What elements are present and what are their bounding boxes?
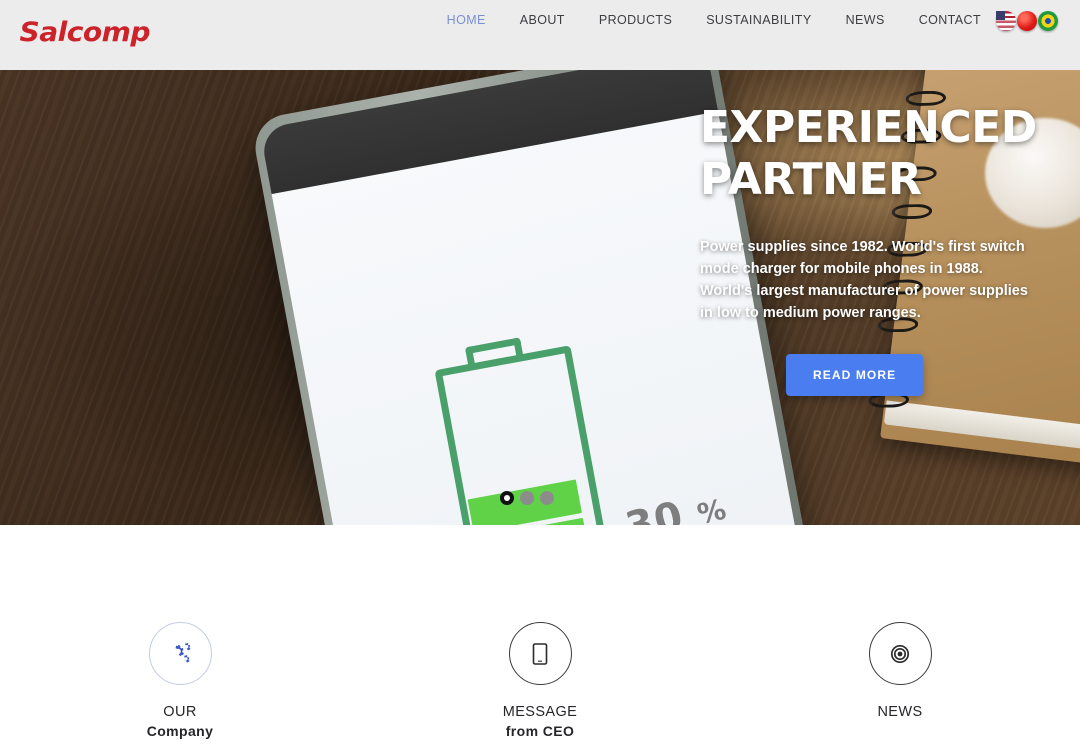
carousel-dot-1[interactable] bbox=[500, 491, 514, 505]
feature-icon-circle bbox=[508, 622, 572, 685]
hero-title-line-2: PARTNER bbox=[700, 154, 922, 205]
flag-brazil-icon[interactable] bbox=[1038, 11, 1058, 31]
feature-news[interactable]: NEWS bbox=[720, 525, 1080, 750]
feature-our-company[interactable]: OUR Company bbox=[0, 525, 360, 750]
gears-icon bbox=[175, 642, 191, 663]
language-selector bbox=[996, 11, 1058, 31]
feature-label: OUR Company bbox=[147, 703, 214, 741]
feature-title: NEWS bbox=[877, 704, 923, 720]
main-navigation: HOME ABOUT PRODUCTS SUSTAINABILITY NEWS … bbox=[430, 13, 998, 27]
nav-item-products[interactable]: PRODUCTS bbox=[582, 13, 689, 27]
feature-title: OUR bbox=[163, 704, 197, 720]
feature-icon-circle bbox=[148, 622, 212, 685]
feature-subtitle: Company bbox=[146, 723, 214, 739]
hero-paragraph: Power supplies since 1982. World's first… bbox=[700, 239, 1028, 321]
carousel-dot-2[interactable] bbox=[520, 491, 534, 505]
nav-item-home[interactable]: HOME bbox=[430, 13, 503, 27]
feature-links-section: OUR Company MESSAGE from CEO NEWS bbox=[0, 525, 1080, 750]
hero-carousel: 30 % EXPERIENCED PARTNER Power supplies … bbox=[0, 70, 1080, 525]
hero-title-line-1: EXPERIENCED bbox=[700, 102, 1037, 153]
site-logo[interactable]: Salcomp bbox=[19, 17, 150, 48]
feature-message-from-ceo[interactable]: MESSAGE from CEO bbox=[360, 525, 720, 750]
nav-item-contact[interactable]: CONTACT bbox=[902, 13, 998, 27]
hero-content: EXPERIENCED PARTNER Power supplies since… bbox=[700, 102, 1037, 396]
flag-china-icon[interactable] bbox=[1017, 11, 1037, 31]
feature-label: MESSAGE from CEO bbox=[503, 703, 578, 741]
nav-item-sustainability[interactable]: SUSTAINABILITY bbox=[689, 13, 828, 27]
read-more-button[interactable]: READ MORE bbox=[786, 354, 924, 396]
battery-percent-label: 30 % bbox=[621, 492, 731, 525]
nav-item-about[interactable]: ABOUT bbox=[503, 13, 582, 27]
carousel-pagination bbox=[500, 491, 554, 505]
feature-label: NEWS bbox=[877, 703, 922, 722]
target-icon bbox=[890, 644, 910, 663]
feature-icon-circle bbox=[868, 622, 932, 685]
tablet-icon bbox=[532, 642, 548, 665]
feature-subtitle: from CEO bbox=[505, 723, 575, 739]
site-header: Salcomp HOME ABOUT PRODUCTS SUSTAINABILI… bbox=[0, 0, 1080, 70]
feature-title: MESSAGE bbox=[502, 704, 578, 720]
nav-item-news[interactable]: NEWS bbox=[829, 13, 902, 27]
flag-united-states-icon[interactable] bbox=[996, 11, 1016, 31]
hero-title: EXPERIENCED PARTNER bbox=[700, 102, 1037, 206]
carousel-dot-3[interactable] bbox=[540, 491, 554, 505]
